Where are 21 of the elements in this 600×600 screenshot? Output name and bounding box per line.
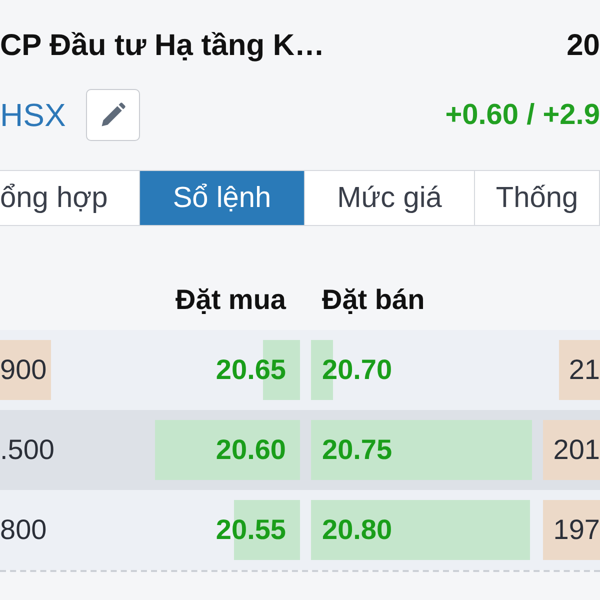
price-value: 20: [566, 29, 600, 63]
edit-button[interactable]: [86, 89, 140, 141]
company-name: CP Đầu tư Hạ tầng K…: [0, 29, 325, 63]
tab[interactable]: Sổ lệnh: [140, 171, 305, 225]
volume-cell: 201: [543, 420, 600, 480]
column-header: Đặt mua: [176, 284, 286, 316]
column-header: Đặt bán: [322, 284, 426, 316]
volume-cell: 900: [0, 340, 51, 400]
ask-price: 20.70: [322, 354, 392, 386]
volume-cell: 21: [558, 340, 600, 400]
bid-price: 20.55: [216, 514, 286, 546]
ask-price: 20.80: [322, 514, 392, 546]
bid-price: 20.60: [216, 434, 286, 466]
bid-price: 20.65: [216, 354, 286, 386]
exchange-label: HSX: [0, 96, 66, 134]
volume-cell: 197: [543, 500, 600, 560]
volume-cell-text: .500: [0, 433, 56, 467]
volume-cell-text: 800: [0, 513, 48, 547]
tab[interactable]: ổng hợp: [0, 171, 140, 225]
price-change: +0.60 / +2.9: [445, 98, 600, 132]
ask-price: 20.75: [322, 434, 392, 466]
